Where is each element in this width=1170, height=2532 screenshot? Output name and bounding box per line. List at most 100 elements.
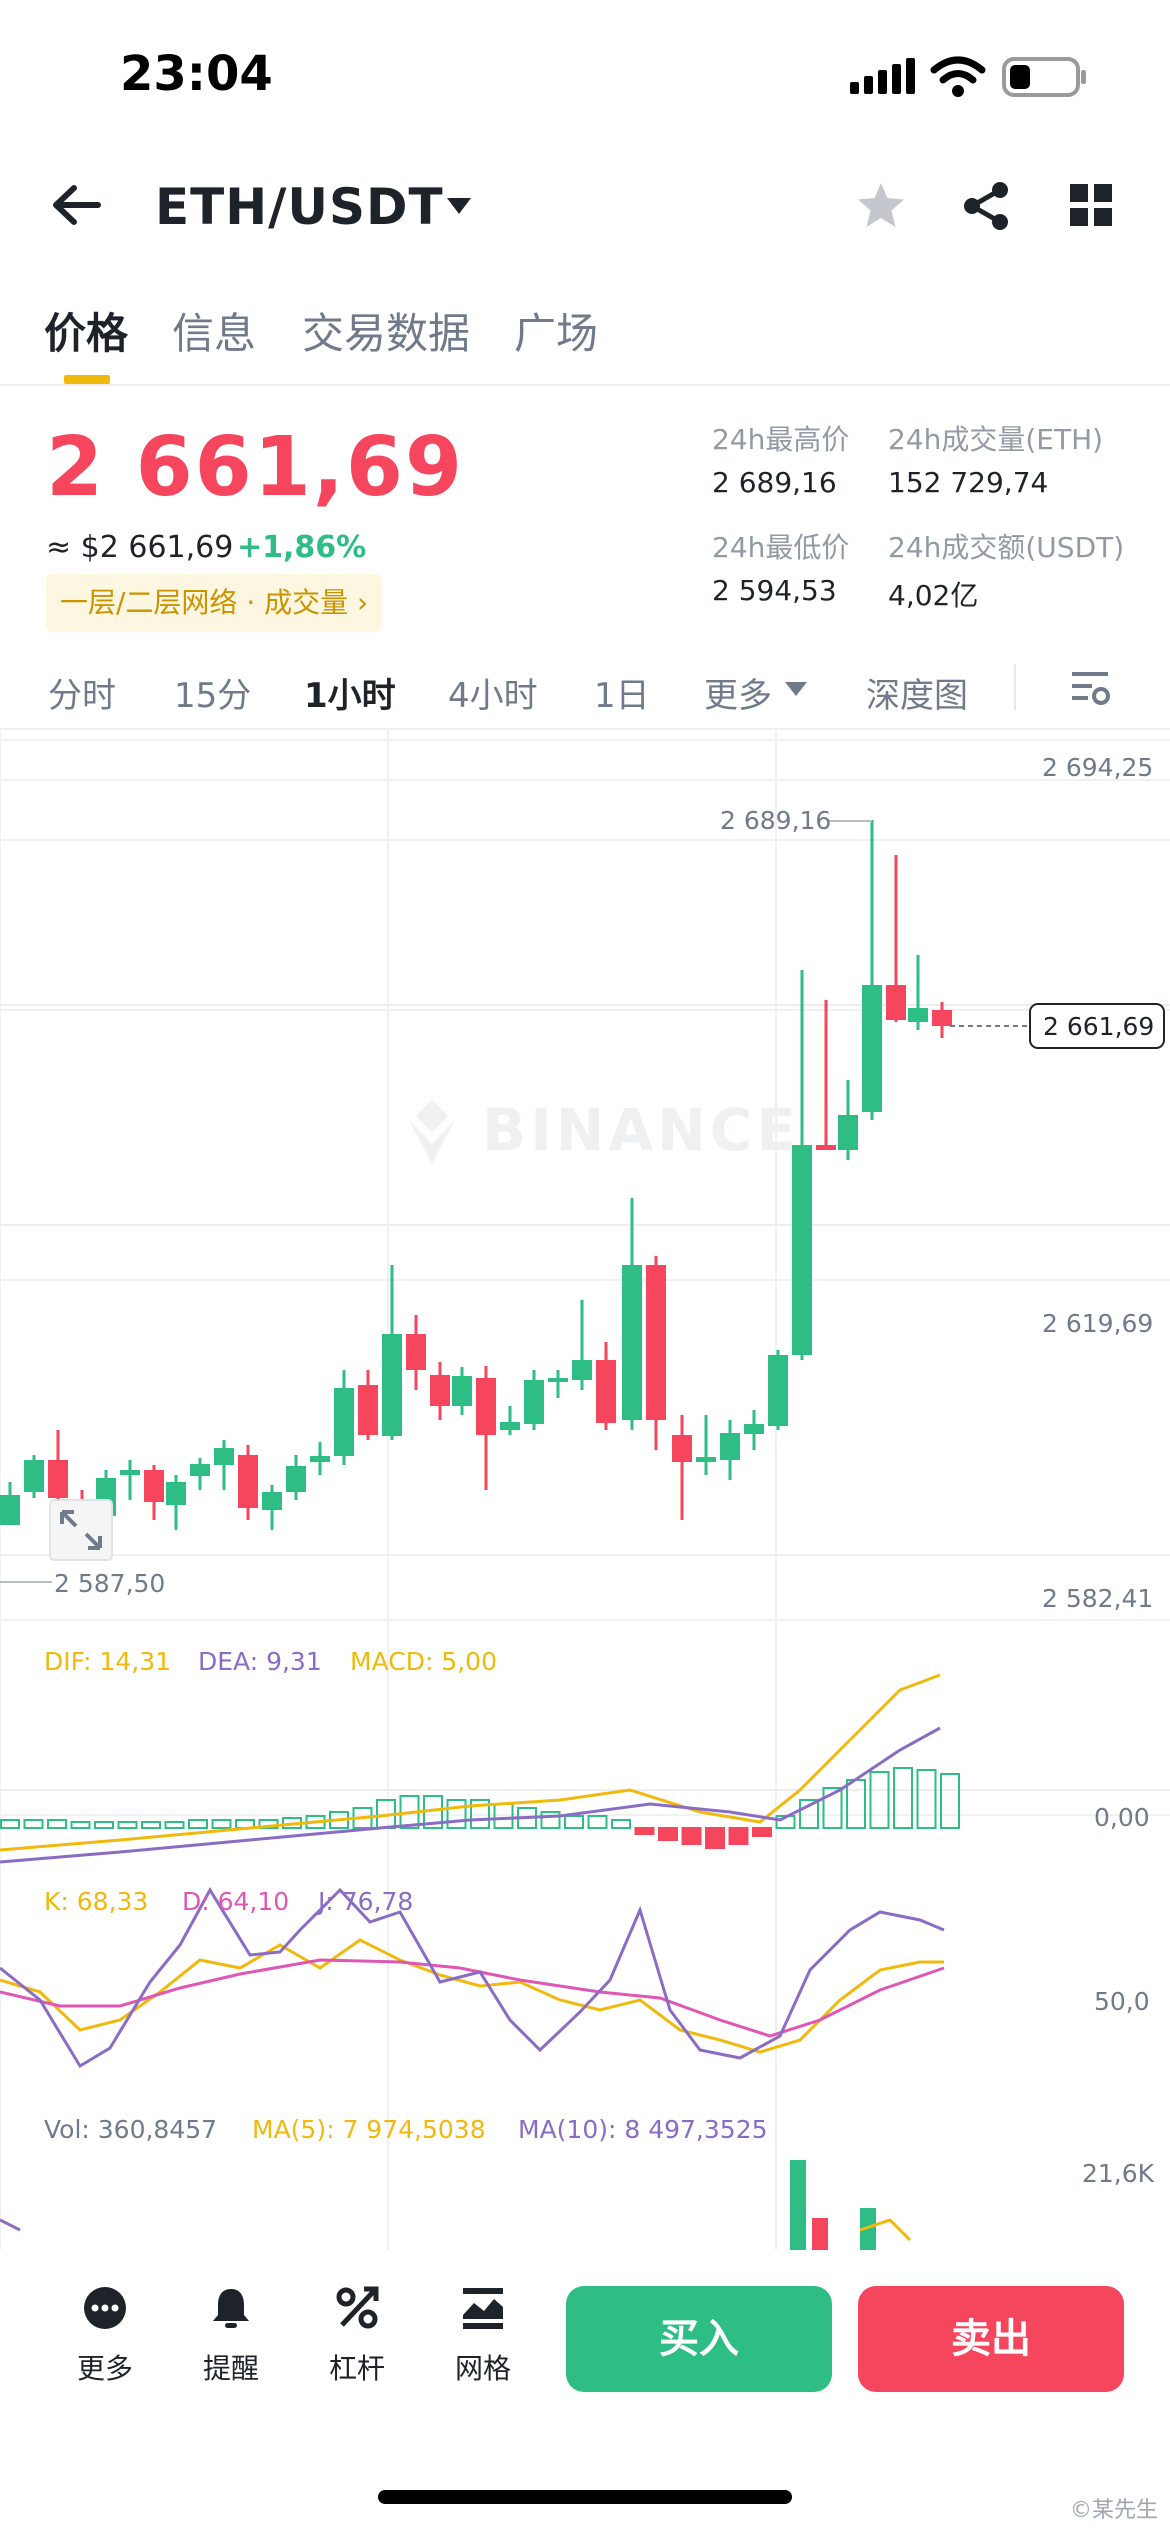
macd-bar [846,1779,866,1829]
candle-down [932,1010,952,1026]
macd-bar [117,1821,138,1829]
leverage-button[interactable]: 杠杆 [312,2285,402,2387]
macd-value-label: MACD: 5,00 [350,1647,497,1676]
pair-dropdown-icon[interactable] [445,196,473,216]
interval-1h[interactable]: 1小时 [304,668,396,717]
interval-more[interactable]: 更多 [704,668,772,717]
kline-chart[interactable]: BINANCE 2 694,25 2 619,69 2 582,41 2 689… [0,730,1170,2250]
candle-up [382,1334,402,1436]
candle-up [524,1380,544,1424]
macd-bar [0,1819,20,1829]
favorite-star-icon[interactable] [855,180,907,230]
candle-down [406,1334,426,1370]
vol-label: Vol: 360,8457 [44,2115,217,2144]
stat-low-value: 2 594,53 [712,574,837,607]
volume-ma-line [0,2218,21,2232]
macd-bar [564,1815,584,1829]
kdj-mid-label: 50,0 [1094,1987,1150,2016]
vol-max-label: 21,6K [1082,2159,1155,2188]
candle-up [286,1466,306,1492]
macd-bar [658,1827,678,1841]
alert-label: 提醒 [202,2352,259,2385]
buy-button[interactable]: 买入 [566,2286,832,2392]
candle-up [262,1492,282,1510]
more-label: 更多 [76,2352,133,2385]
price-change-percent: +1,86% [237,530,367,565]
macd-bar [188,1819,208,1829]
tab-price[interactable]: 价格 [44,300,128,361]
category-chip[interactable]: 一层/二层网络 · 成交量 › [46,574,383,632]
stat-vol-usdt-label: 24h成交额(USDT) [888,531,1125,564]
candle-down [886,985,906,1020]
interval-1d[interactable]: 1日 [594,668,650,717]
tab-square[interactable]: 广场 [514,300,598,361]
home-indicator [378,2490,792,2504]
stat-high-label: 24h最高价 [712,423,850,456]
candle-down [672,1435,692,1462]
interval-time-sharing[interactable]: 分时 [48,668,116,717]
tab-trading-data[interactable]: 交易数据 [302,300,470,361]
candle-up [548,1378,568,1382]
candle-up [0,1495,20,1525]
candle-up [214,1448,234,1465]
cell-signal-icon [850,58,915,94]
back-arrow-icon[interactable] [48,180,104,230]
stat-low-label: 24h最低价 [712,531,850,564]
candle-up [572,1360,592,1380]
candle-up [166,1482,186,1505]
more-button[interactable]: 更多 [60,2285,150,2387]
alert-button[interactable]: 提醒 [186,2285,276,2387]
kdj-panel [0,1887,945,2069]
sell-button[interactable]: 卖出 [858,2286,1124,2392]
fullscreen-button[interactable] [49,1499,113,1561]
candle-up [908,1008,928,1022]
interval-depth[interactable]: 深度图 [866,668,968,717]
candle-up [310,1456,330,1462]
bell-icon [213,2289,249,2328]
candle-up [720,1433,740,1460]
share-icon[interactable] [960,180,1012,232]
layout-grid-icon[interactable] [1068,182,1114,228]
grid-bot-button[interactable]: 网格 [438,2285,528,2387]
macd-bar [916,1769,937,1829]
volume-panel [0,2160,912,2250]
y-label-bottom: 2 582,41 [1042,1584,1153,1613]
tab-info[interactable]: 信息 [172,300,256,361]
tab-active-indicator [64,375,110,384]
wifi-icon [930,56,986,97]
pair-title[interactable]: ETH/USDT [155,178,444,236]
interval-4h[interactable]: 4小时 [448,668,538,717]
low-marker: 2 587,50 [54,1569,165,1598]
macd-bar [211,1819,232,1829]
macd-dea-label: DEA: 9,31 [198,1647,322,1676]
more-dropdown-icon[interactable] [784,680,808,698]
interval-15m[interactable]: 15分 [174,668,251,717]
candle-up [862,985,882,1112]
macd-bar [752,1827,772,1837]
candle-up [696,1457,716,1462]
chart-settings-icon[interactable] [1068,668,1112,708]
macd-bar [587,1815,608,1829]
macd-dea-line [0,1726,941,1864]
macd-bar [70,1821,91,1829]
kdj-k-label: K: 68,33 [44,1887,148,1916]
candles [0,820,952,1560]
battery-icon [1002,57,1086,97]
price-usd-equivalent: ≈ $2 661,69 [46,530,234,565]
high-marker: 2 689,16 [720,806,831,835]
stat-high-value: 2 689,16 [712,466,837,499]
y-label-top: 2 694,25 [1042,753,1153,782]
candle-up [24,1460,44,1492]
macd-bar [869,1771,890,1829]
stat-vol-eth-label: 24h成交量(ETH) [888,423,1104,456]
candle-down [430,1375,450,1406]
macd-bar [681,1827,702,1845]
macd-bar [705,1827,725,1849]
macd-panel [0,1673,960,1864]
leverage-icon [336,2286,379,2329]
candle-up [334,1388,354,1456]
macd-bar [728,1827,749,1845]
macd-bar [23,1819,44,1829]
candle-up [190,1464,210,1476]
candle-down [646,1265,666,1420]
